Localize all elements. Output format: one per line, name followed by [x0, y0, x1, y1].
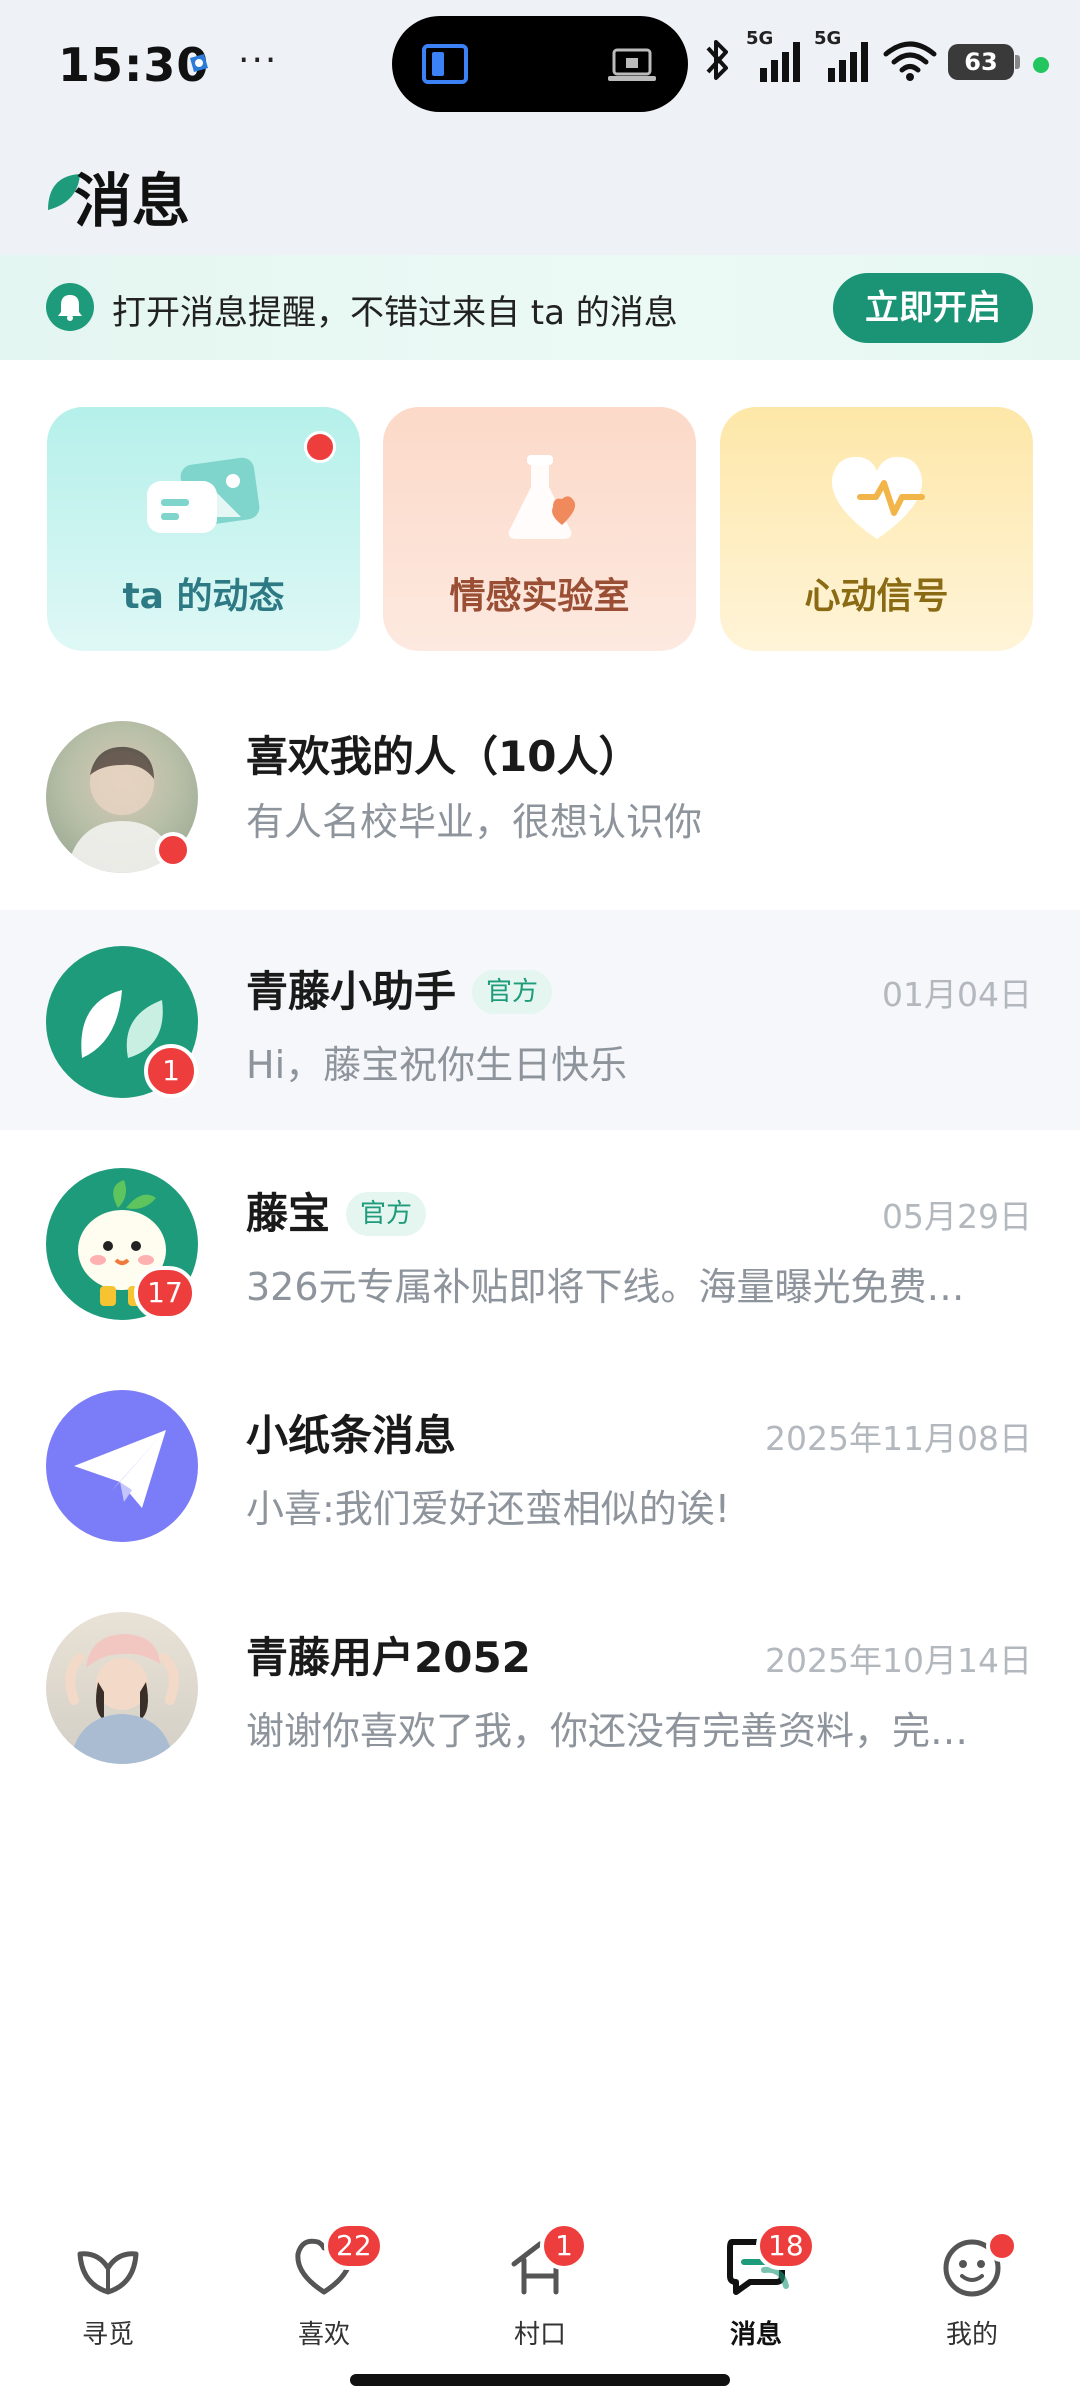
- bottom-navigation: 寻觅 22 喜欢 1 村口 18 消息 我的: [0, 2210, 1080, 2360]
- message-date: 2025年11月08日: [765, 1419, 1032, 1458]
- message-sender: 青藤小助手: [246, 967, 457, 1016]
- more-status-icon: ···: [238, 40, 279, 81]
- nav-badge: 22: [324, 2222, 384, 2270]
- avatar: [46, 1390, 198, 1542]
- messages-page: 15:30 ··· 5G 5G 63 消息 打开消息提醒，不错过来自 ta 的消…: [0, 0, 1080, 2403]
- laptop-icon: [608, 48, 656, 81]
- message-title: 小纸条消息: [246, 1411, 457, 1460]
- privacy-dot: [1033, 57, 1049, 73]
- list-item-likes-me[interactable]: 喜欢我的人（10人） 有人名校毕业，很想认识你: [0, 663, 1080, 883]
- official-tag: 官方: [472, 970, 553, 1014]
- bluetooth-icon: [706, 40, 728, 80]
- message-title: 青藤小助手 官方: [246, 958, 553, 1019]
- paper-plane-icon: [74, 1430, 166, 1508]
- leaf-icon: [77, 2251, 139, 2295]
- list-item-tengbao[interactable]: 17 藤宝 官方 05月29日 326元专属补贴即将下线。海量曝光免费…: [0, 1132, 1080, 1352]
- status-bar: 15:30 ··· 5G 5G 63: [0, 0, 1080, 130]
- unread-dot: [155, 832, 191, 868]
- heart-pulse-icon: [831, 456, 925, 539]
- message-sender: 藤宝: [246, 1189, 331, 1238]
- nav-likes[interactable]: 22 喜欢: [216, 2210, 432, 2360]
- new-update-dot: [304, 431, 336, 463]
- battery-indicator: 63: [948, 44, 1020, 80]
- message-date: 01月04日: [882, 975, 1032, 1014]
- message-title: 喜欢我的人（10人）: [246, 732, 641, 781]
- nav-messages[interactable]: 18 消息: [648, 2210, 864, 2360]
- nav-badge: 18: [756, 2222, 816, 2270]
- official-tag: 官方: [346, 1192, 427, 1236]
- notification-banner-text: 打开消息提醒，不错过来自 ta 的消息: [112, 293, 678, 333]
- avatar-wrap: [46, 1612, 198, 1764]
- home-indicator[interactable]: [350, 2374, 730, 2386]
- avatar-wrap: 1: [46, 946, 198, 1098]
- message-date: 05月29日: [882, 1197, 1032, 1236]
- message-preview: 谢谢你喜欢了我，你还没有完善资料，完…: [246, 1709, 969, 1753]
- nav-label: 村口: [513, 2320, 566, 2350]
- list-item-user-2052[interactable]: 青藤用户2052 2025年10月14日 谢谢你喜欢了我，你还没有完善资料，完…: [0, 1576, 1080, 1796]
- signal-icon-1: 5G: [746, 28, 804, 88]
- message-preview: 326元专属补贴即将下线。海量曝光免费…: [246, 1265, 965, 1309]
- card-label: 情感实验室: [449, 576, 630, 617]
- page-title: 消息: [74, 167, 191, 235]
- nav-label: 喜欢: [297, 2320, 350, 2350]
- list-item-assistant[interactable]: 1 青藤小助手 官方 01月04日 Hi，藤宝祝你生日快乐: [0, 910, 1080, 1130]
- card-label: ta 的动态: [122, 576, 285, 617]
- nav-badge: 1: [540, 2222, 588, 2270]
- card-label: 心动信号: [804, 576, 949, 617]
- nav-village[interactable]: 1 村口: [432, 2210, 648, 2360]
- app-notification-icon: [190, 54, 208, 72]
- dynamic-island: [392, 16, 688, 112]
- status-icons: 5G 5G 63: [700, 28, 1060, 100]
- nav-label: 寻觅: [81, 2320, 134, 2350]
- message-preview: Hi，藤宝祝你生日快乐: [246, 1043, 628, 1087]
- flask-heart-icon: [508, 455, 576, 539]
- avatar-wrap: [46, 1390, 198, 1542]
- list-item-notes[interactable]: 小纸条消息 2025年11月08日 小喜:我们爱好还蛮相似的诶!: [0, 1354, 1080, 1574]
- nav-explore[interactable]: 寻觅: [0, 2210, 216, 2360]
- sidebar-icon: [422, 44, 468, 84]
- message-preview: 小喜:我们爱好还蛮相似的诶!: [246, 1487, 731, 1531]
- avatar-wrap: [46, 721, 198, 873]
- card-heartbeat-signal[interactable]: 心动信号: [720, 407, 1033, 651]
- photo-chat-icon: [147, 457, 260, 533]
- signal-icon-2: 5G: [814, 28, 872, 88]
- nav-label: 我的: [945, 2320, 998, 2350]
- bell-icon: [46, 283, 94, 331]
- nav-profile[interactable]: 我的: [864, 2210, 1080, 2360]
- unread-count-badge: 17: [134, 1266, 196, 1320]
- message-preview: 有人名校毕业，很想认识你: [246, 800, 703, 844]
- nav-unread-dot: [986, 2230, 1018, 2262]
- nav-label: 消息: [729, 2320, 782, 2350]
- notification-banner: 打开消息提醒，不错过来自 ta 的消息 立即开启: [0, 255, 1080, 360]
- card-emotion-lab[interactable]: 情感实验室: [383, 407, 696, 651]
- card-ta-updates[interactable]: ta 的动态: [47, 407, 360, 651]
- enable-notifications-button[interactable]: 立即开启: [833, 273, 1033, 343]
- avatar: [46, 1612, 198, 1764]
- message-title: 藤宝 官方: [246, 1180, 427, 1241]
- message-date: 2025年10月14日: [765, 1641, 1032, 1680]
- unread-count-badge: 1: [144, 1044, 198, 1098]
- wifi-icon: [883, 41, 937, 81]
- avatar-wrap: 17: [46, 1168, 198, 1320]
- message-title: 青藤用户2052: [246, 1633, 531, 1682]
